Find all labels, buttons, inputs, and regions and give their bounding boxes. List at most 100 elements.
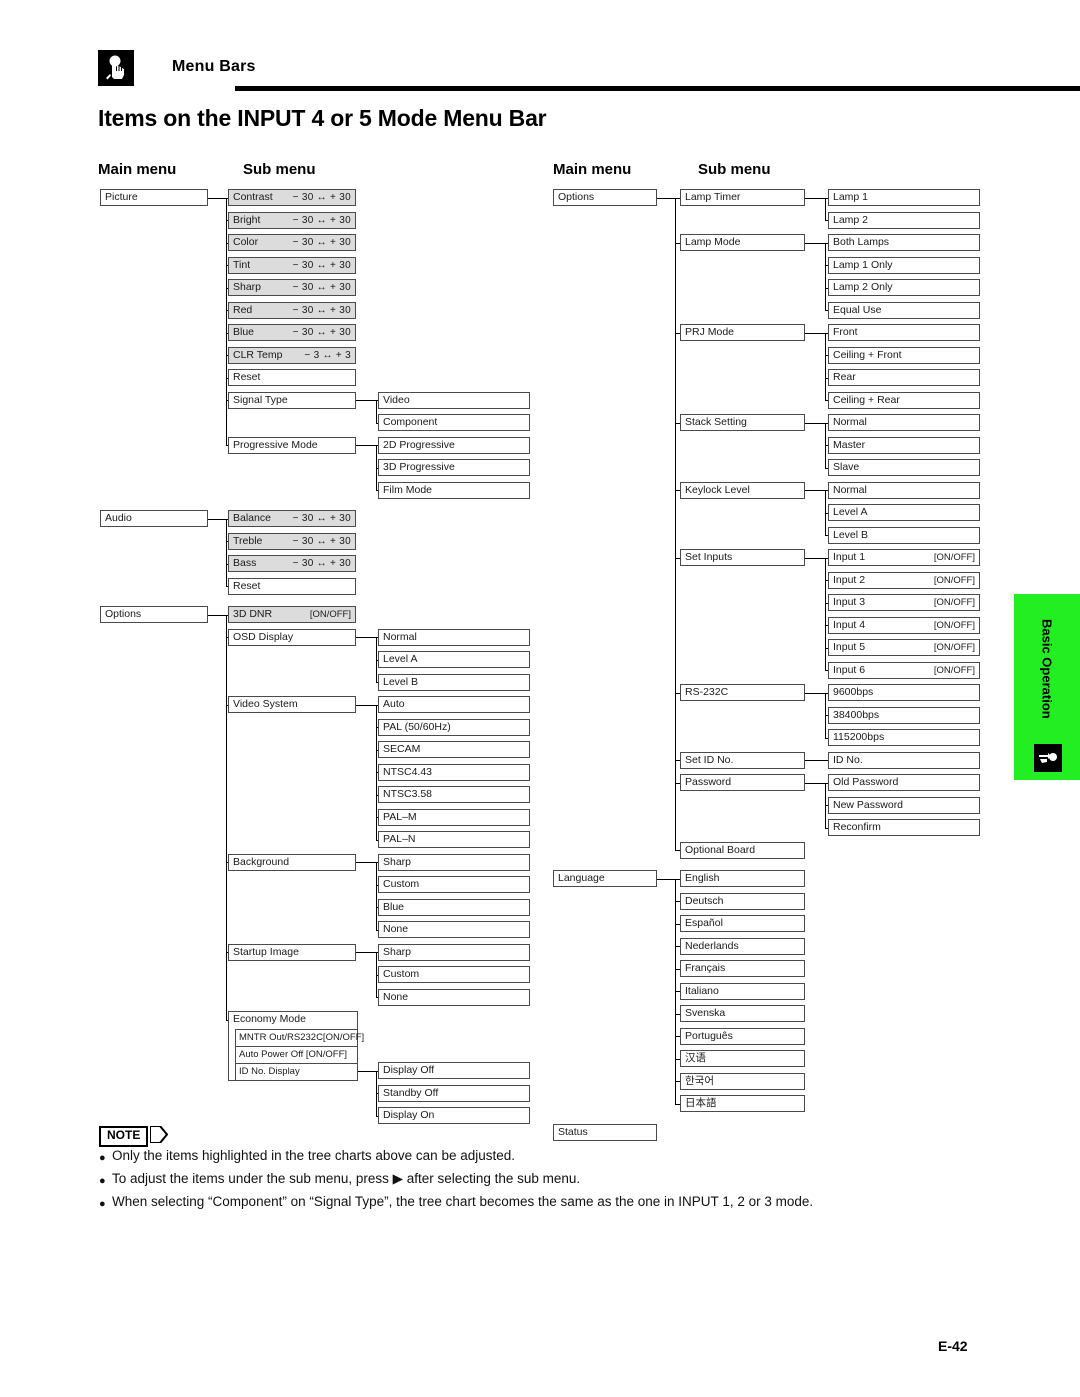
sub-menu-box[interactable]: [ON/OFF] 3D DNR xyxy=(228,606,356,623)
sub-menu-box[interactable]: Español xyxy=(680,915,805,932)
sub-sub-menu-box[interactable]: Custom xyxy=(378,966,530,983)
sub-sub-menu-box[interactable]: Display Off xyxy=(378,1062,530,1079)
sub-sub-menu-box[interactable]: None xyxy=(378,921,530,938)
sub-sub-menu-box[interactable]: Old Password xyxy=(828,774,980,791)
economy-mode-row[interactable]: Auto Power Off [ON/OFF] xyxy=(235,1046,357,1063)
sub-sub-menu-box[interactable]: Rear xyxy=(828,369,980,386)
sub-sub-menu-box[interactable]: Normal xyxy=(378,628,530,646)
sub-menu-box[interactable]: Video System xyxy=(228,696,356,713)
sub-menu-box[interactable]: Optional Board xyxy=(680,841,805,859)
sub-sub-menu-box[interactable]: None xyxy=(378,988,530,1006)
sub-sub-menu-box[interactable]: Level A xyxy=(378,651,530,668)
main-menu-box[interactable]: Language xyxy=(553,870,657,887)
sub-sub-menu-box[interactable]: 38400bps xyxy=(828,706,980,724)
sub-sub-menu-box[interactable]: NTSC4.43 xyxy=(378,763,530,781)
sub-sub-menu-box[interactable]: PAL–N xyxy=(378,831,530,848)
sub-menu-box[interactable]: − 30 ↔ + 30 Bright xyxy=(228,211,356,229)
sub-sub-menu-box[interactable]: Slave xyxy=(828,459,980,476)
main-menu-box[interactable]: Options xyxy=(100,606,208,623)
sub-sub-menu-box[interactable]: Lamp 2 Only xyxy=(828,279,980,296)
sub-sub-menu-box[interactable]: SECAM xyxy=(378,741,530,758)
sub-sub-menu-box[interactable]: Level B xyxy=(828,526,980,544)
sub-menu-box[interactable]: Stack Setting xyxy=(680,414,805,431)
sub-sub-menu-box[interactable]: [ON/OFF] Input 5 xyxy=(828,639,980,656)
sub-sub-menu-box[interactable]: [ON/OFF] Input 4 xyxy=(828,616,980,634)
sub-menu-box[interactable]: − 30 ↔ + 30 Color xyxy=(228,234,356,251)
sub-menu-box[interactable]: 汉语 xyxy=(680,1050,805,1067)
main-menu-box[interactable]: Picture xyxy=(100,189,208,206)
sub-menu-box[interactable]: Nederlands xyxy=(680,937,805,955)
sub-menu-box[interactable]: − 3 ↔ + 3 CLR Temp xyxy=(228,346,356,364)
sub-menu-box[interactable]: − 30 ↔ + 30 Contrast xyxy=(228,189,356,206)
sub-menu-box[interactable]: Português xyxy=(680,1027,805,1045)
sub-sub-menu-box[interactable]: Master xyxy=(828,436,980,454)
sub-menu-box[interactable]: Signal Type xyxy=(228,391,356,409)
sub-sub-menu-box[interactable]: Blue xyxy=(378,898,530,916)
sub-menu-box[interactable]: Reset xyxy=(228,369,356,386)
sub-menu-box[interactable]: Lamp Timer xyxy=(680,189,805,206)
main-menu-box[interactable]: Options xyxy=(553,189,657,206)
sub-menu-box[interactable]: Italiano xyxy=(680,982,805,1000)
sub-menu-box[interactable]: Reset xyxy=(228,577,356,595)
sub-menu-box[interactable]: Set Inputs xyxy=(680,549,805,566)
sub-sub-menu-box[interactable]: Both Lamps xyxy=(828,234,980,251)
sub-menu-box[interactable]: Set ID No. xyxy=(680,751,805,769)
side-tab-basic-operation[interactable]: Basic Operation xyxy=(1014,594,1080,780)
sub-sub-menu-box[interactable]: Normal xyxy=(828,414,980,431)
main-menu-box[interactable]: Status xyxy=(553,1123,657,1141)
sub-sub-menu-box[interactable]: Level B xyxy=(378,673,530,691)
sub-sub-menu-box[interactable]: [ON/OFF] Input 1 xyxy=(828,549,980,566)
sub-menu-box[interactable]: − 30 ↔ + 30 Red xyxy=(228,301,356,319)
sub-menu-box[interactable]: English xyxy=(680,870,805,887)
sub-sub-menu-box[interactable]: Component xyxy=(378,414,530,431)
sub-sub-menu-box[interactable]: 3D Progressive xyxy=(378,459,530,476)
sub-sub-menu-box[interactable]: Ceiling + Rear xyxy=(828,391,980,409)
sub-sub-menu-box[interactable]: [ON/OFF] Input 3 xyxy=(828,594,980,611)
sub-sub-menu-box[interactable]: [ON/OFF] Input 6 xyxy=(828,661,980,679)
sub-sub-menu-box[interactable]: ID No. xyxy=(828,751,980,769)
sub-menu-box[interactable]: Svenska xyxy=(680,1005,805,1022)
sub-menu-box[interactable]: Password xyxy=(680,774,805,791)
sub-menu-box[interactable]: Background xyxy=(228,853,356,871)
economy-mode-row[interactable]: ID No. Display xyxy=(235,1063,357,1080)
sub-menu-box[interactable]: − 30 ↔ + 30 Balance xyxy=(228,510,356,527)
sub-sub-menu-box[interactable]: Equal Use xyxy=(828,301,980,319)
economy-mode-row[interactable]: MNTR Out/RS232C[ON/OFF] xyxy=(235,1029,364,1046)
sub-sub-menu-box[interactable]: 2D Progressive xyxy=(378,436,530,454)
sub-sub-menu-box[interactable]: Video xyxy=(378,391,530,409)
sub-menu-box[interactable]: − 30 ↔ + 30 Treble xyxy=(228,532,356,550)
sub-menu-box[interactable]: RS-232C xyxy=(680,684,805,701)
sub-sub-menu-box[interactable]: Lamp 1 Only xyxy=(828,256,980,274)
sub-menu-box[interactable]: Progressive Mode xyxy=(228,436,356,454)
sub-menu-box[interactable]: 日本語 xyxy=(680,1095,805,1112)
sub-sub-menu-box[interactable]: Level A xyxy=(828,504,980,521)
sub-menu-box[interactable]: Startup Image xyxy=(228,943,356,961)
sub-sub-menu-box[interactable]: Standby Off xyxy=(378,1084,530,1102)
sub-sub-menu-box[interactable]: Sharp xyxy=(378,943,530,961)
sub-sub-menu-box[interactable]: Sharp xyxy=(378,853,530,871)
sub-sub-menu-box[interactable]: Front xyxy=(828,324,980,341)
sub-sub-menu-box[interactable]: Display On xyxy=(378,1107,530,1124)
sub-sub-menu-box[interactable]: Film Mode xyxy=(378,481,530,499)
sub-sub-menu-box[interactable]: Reconfirm xyxy=(828,819,980,836)
sub-sub-menu-box[interactable]: Custom xyxy=(378,876,530,893)
sub-sub-menu-box[interactable]: Lamp 1 xyxy=(828,189,980,206)
sub-menu-box[interactable]: − 30 ↔ + 30 Bass xyxy=(228,555,356,572)
sub-menu-box[interactable]: − 30 ↔ + 30 Sharp xyxy=(228,279,356,296)
sub-sub-menu-box[interactable]: Auto xyxy=(378,696,530,713)
sub-sub-menu-box[interactable]: NTSC3.58 xyxy=(378,786,530,803)
sub-menu-box[interactable]: PRJ Mode xyxy=(680,324,805,341)
economy-mode-group[interactable]: Economy Mode MNTR Out/RS232C[ON/OFF] Auto … xyxy=(228,1011,364,1081)
sub-sub-menu-box[interactable]: Ceiling + Front xyxy=(828,346,980,364)
sub-sub-menu-box[interactable]: New Password xyxy=(828,796,980,814)
sub-sub-menu-box[interactable]: Normal xyxy=(828,481,980,499)
sub-sub-menu-box[interactable]: 115200bps xyxy=(828,729,980,746)
sub-menu-box[interactable]: Français xyxy=(680,960,805,977)
sub-menu-box[interactable]: Deutsch xyxy=(680,892,805,910)
sub-menu-box[interactable]: Economy Mode xyxy=(229,1012,357,1029)
sub-sub-menu-box[interactable]: PAL–M xyxy=(378,808,530,826)
sub-sub-menu-box[interactable]: Lamp 2 xyxy=(828,211,980,229)
sub-sub-menu-box[interactable]: PAL (50/60Hz) xyxy=(378,718,530,736)
main-menu-box[interactable]: Audio xyxy=(100,510,208,527)
sub-menu-box[interactable]: OSD Display xyxy=(228,628,356,646)
